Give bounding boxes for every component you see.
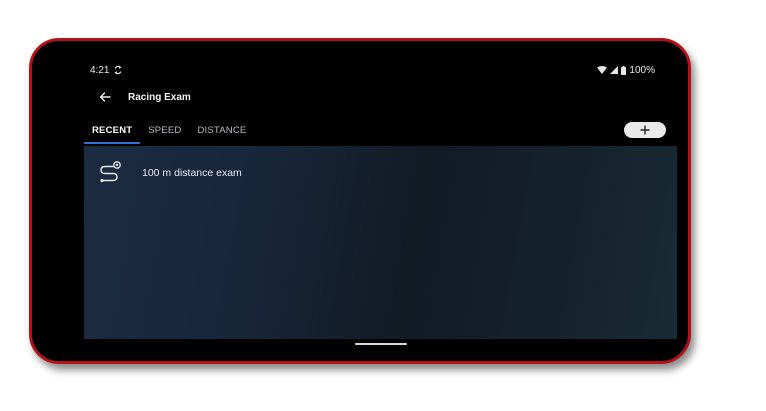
wifi-icon (597, 66, 608, 74)
phone-frame: 4:21 100% Racing Exam RECENT SPEED DISTA… (29, 38, 691, 364)
home-indicator[interactable] (355, 343, 407, 345)
tab-recent[interactable]: RECENT (84, 121, 141, 144)
list-item[interactable]: 100 m distance exam (98, 160, 242, 186)
app-bar: Racing Exam (98, 89, 191, 105)
plus-icon (640, 125, 650, 135)
sync-icon (115, 65, 122, 75)
list-item-label: 100 m distance exam (142, 167, 242, 179)
status-time: 4:21 (90, 64, 110, 76)
stage: 4:21 100% Racing Exam RECENT SPEED DISTA… (0, 0, 766, 411)
back-arrow-icon[interactable] (98, 90, 112, 104)
route-icon (100, 161, 121, 183)
tab-distance[interactable]: DISTANCE (189, 121, 254, 144)
page-title: Racing Exam (128, 91, 191, 103)
exam-list: 100 m distance exam (84, 146, 677, 339)
status-right: 100% (597, 65, 655, 76)
tab-speed[interactable]: SPEED (140, 121, 189, 144)
tab-bar: RECENT SPEED DISTANCE (84, 121, 254, 149)
battery-icon (621, 65, 627, 75)
battery-percent: 100% (629, 64, 655, 76)
add-button[interactable] (624, 122, 666, 138)
status-bar: 4:21 100% (90, 63, 655, 77)
cellular-signal-icon (610, 66, 619, 74)
status-left: 4:21 (90, 65, 122, 76)
